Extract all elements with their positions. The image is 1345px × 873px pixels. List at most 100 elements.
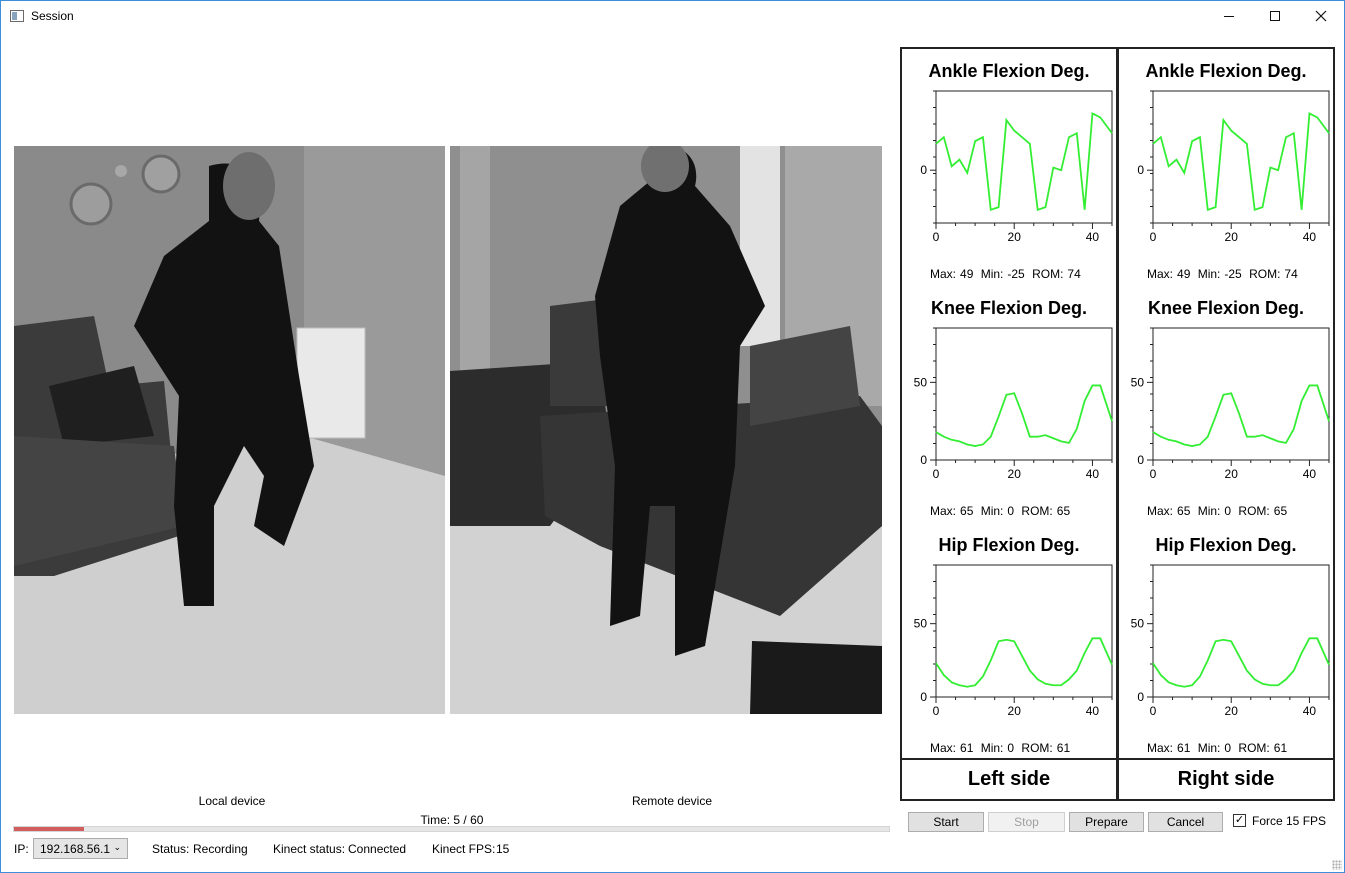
x-tick-label: 0	[1150, 467, 1157, 481]
max-label: Max:	[930, 267, 957, 281]
rom-value: 65	[1273, 504, 1288, 518]
x-tick-label: 40	[1086, 230, 1100, 244]
series-line	[935, 637, 1113, 688]
chart-block: Ankle Flexion Deg. 0 0 20 40 Max: 49 Min: -25…	[902, 49, 1116, 286]
session-progress-bar	[13, 826, 890, 832]
app-icon	[10, 10, 24, 22]
local-device-label: Local device	[198, 794, 266, 808]
min-value: -25	[1224, 267, 1242, 281]
y-tick-label: 0	[1137, 163, 1144, 177]
chart-stats: Max: 65 Min: 0 ROM: 65	[1147, 504, 1291, 518]
series-line	[1152, 637, 1330, 688]
knee-flexion-chart-left: 0 50 0 20 40	[914, 327, 1113, 481]
close-button[interactable]	[1298, 1, 1344, 31]
max-value: 65	[1177, 504, 1191, 518]
y-tick-label: 50	[914, 617, 928, 631]
min-value: 0	[1007, 504, 1015, 518]
stop-button[interactable]: Stop	[988, 812, 1065, 832]
local-video-feed	[14, 146, 445, 714]
x-tick-label: 20	[1008, 467, 1022, 481]
min-value: 0	[1224, 741, 1232, 755]
plot-area	[1152, 564, 1330, 698]
ankle-flexion-chart-left: 0 0 20 40	[920, 90, 1113, 244]
max-label: Max:	[1147, 504, 1174, 518]
close-icon	[1315, 10, 1327, 22]
chart-stats: Max: 49 Min: -25 ROM: 74	[930, 267, 1085, 281]
chart-stats: Max: 61 Min: 0 ROM: 61	[1147, 741, 1291, 755]
hip-flexion-chart-right: 0 50 0 20 40	[1131, 564, 1330, 718]
max-value: 49	[960, 267, 974, 281]
maximize-button[interactable]	[1252, 1, 1298, 31]
status-value: Recording	[193, 842, 248, 856]
x-tick-label: 20	[1008, 704, 1022, 718]
y-tick-label: 0	[1137, 453, 1144, 467]
maximize-icon	[1270, 11, 1280, 21]
max-label: Max:	[1147, 267, 1174, 281]
x-tick-label: 40	[1303, 467, 1317, 481]
series-line	[935, 112, 1113, 212]
chart-block: Knee Flexion Deg. 0 50 0 20 40 Max: 65 Min: 0 …	[1119, 286, 1333, 523]
x-tick-label: 40	[1086, 467, 1100, 481]
y-tick-label: 0	[1137, 690, 1144, 704]
x-tick-label: 40	[1303, 704, 1317, 718]
y-tick-label: 50	[1131, 375, 1145, 389]
left-side-panel: Ankle Flexion Deg. 0 0 20 40 Max: 49 Min: -25…	[900, 47, 1118, 801]
max-label: Max:	[930, 741, 957, 755]
time-label: Time: 5 / 60	[420, 813, 484, 827]
kinect-status-value: Connected	[348, 842, 407, 856]
hip-flexion-chart-left: 0 50 0 20 40	[914, 564, 1113, 718]
kinect-fps-value: 15	[496, 842, 510, 856]
plot-area	[935, 327, 1113, 461]
remote-video-feed	[450, 146, 882, 714]
min-value: 0	[1224, 504, 1232, 518]
min-label: Min:	[980, 267, 1004, 281]
rom-value: 74	[1284, 267, 1298, 281]
y-tick-label: 0	[920, 690, 927, 704]
resize-grip-icon[interactable]	[1332, 860, 1342, 870]
title-bar[interactable]: Session	[1, 1, 1344, 31]
x-tick-label: 0	[933, 230, 940, 244]
kinect-status-label: Kinect status:	[273, 842, 346, 856]
x-tick-label: 20	[1008, 230, 1022, 244]
minimize-button[interactable]	[1206, 1, 1252, 31]
start-button[interactable]: Start	[908, 812, 984, 832]
min-value: 0	[1007, 741, 1015, 755]
rom-label: ROM:	[1032, 267, 1064, 281]
remote-device-label: Remote device	[631, 794, 713, 808]
ip-label: IP:	[14, 842, 29, 856]
ip-value: 192.168.56.1	[40, 842, 111, 856]
chart-block: Ankle Flexion Deg. 0 0 20 40 Max: 49 Min: -25…	[1119, 49, 1333, 286]
chart-block: Knee Flexion Deg. 0 50 0 20 40 Max: 65 Min: 0 …	[902, 286, 1116, 523]
prepare-button[interactable]: Prepare	[1069, 812, 1144, 832]
min-label: Min:	[1197, 741, 1221, 755]
y-tick-label: 0	[920, 453, 927, 467]
x-tick-label: 0	[933, 467, 940, 481]
chevron-down-icon: ⌄	[113, 842, 121, 852]
x-tick-label: 0	[933, 704, 940, 718]
y-tick-label: 50	[914, 375, 928, 389]
chart-block: Hip Flexion Deg. 0 50 0 20 40 Max: 61 Min: 0 R…	[902, 523, 1116, 760]
minimize-icon	[1224, 15, 1234, 17]
min-value: -25	[1007, 267, 1025, 281]
x-tick-label: 0	[1150, 704, 1157, 718]
cancel-button[interactable]: Cancel	[1148, 812, 1223, 832]
status-bar: IP: 192.168.56.1 ⌄ Status: Recording Kin…	[0, 838, 900, 862]
series-line	[1152, 384, 1330, 447]
progress-fill	[14, 827, 84, 831]
ip-dropdown[interactable]: 192.168.56.1 ⌄	[33, 838, 128, 859]
x-tick-label: 20	[1225, 704, 1239, 718]
force-fps-label[interactable]: Force 15 FPS	[1252, 814, 1326, 828]
knee-flexion-chart-right: 0 50 0 20 40	[1131, 327, 1330, 481]
max-value: 61	[960, 741, 974, 755]
status-label: Status:	[152, 842, 190, 856]
y-tick-label: 0	[920, 163, 927, 177]
force-fps-checkbox[interactable]: ✓	[1233, 814, 1246, 827]
chart-block: Hip Flexion Deg. 0 50 0 20 40 Max: 61 Min: 0 R…	[1119, 523, 1333, 760]
x-tick-label: 40	[1086, 704, 1100, 718]
chart-stats: Max: 61 Min: 0 ROM: 61	[930, 741, 1074, 755]
chart-stats: Max: 49 Min: -25 ROM: 74	[1147, 267, 1302, 281]
plot-area	[935, 564, 1113, 698]
max-label: Max:	[930, 504, 957, 518]
x-tick-label: 0	[1150, 230, 1157, 244]
rom-label: ROM:	[1021, 741, 1053, 755]
